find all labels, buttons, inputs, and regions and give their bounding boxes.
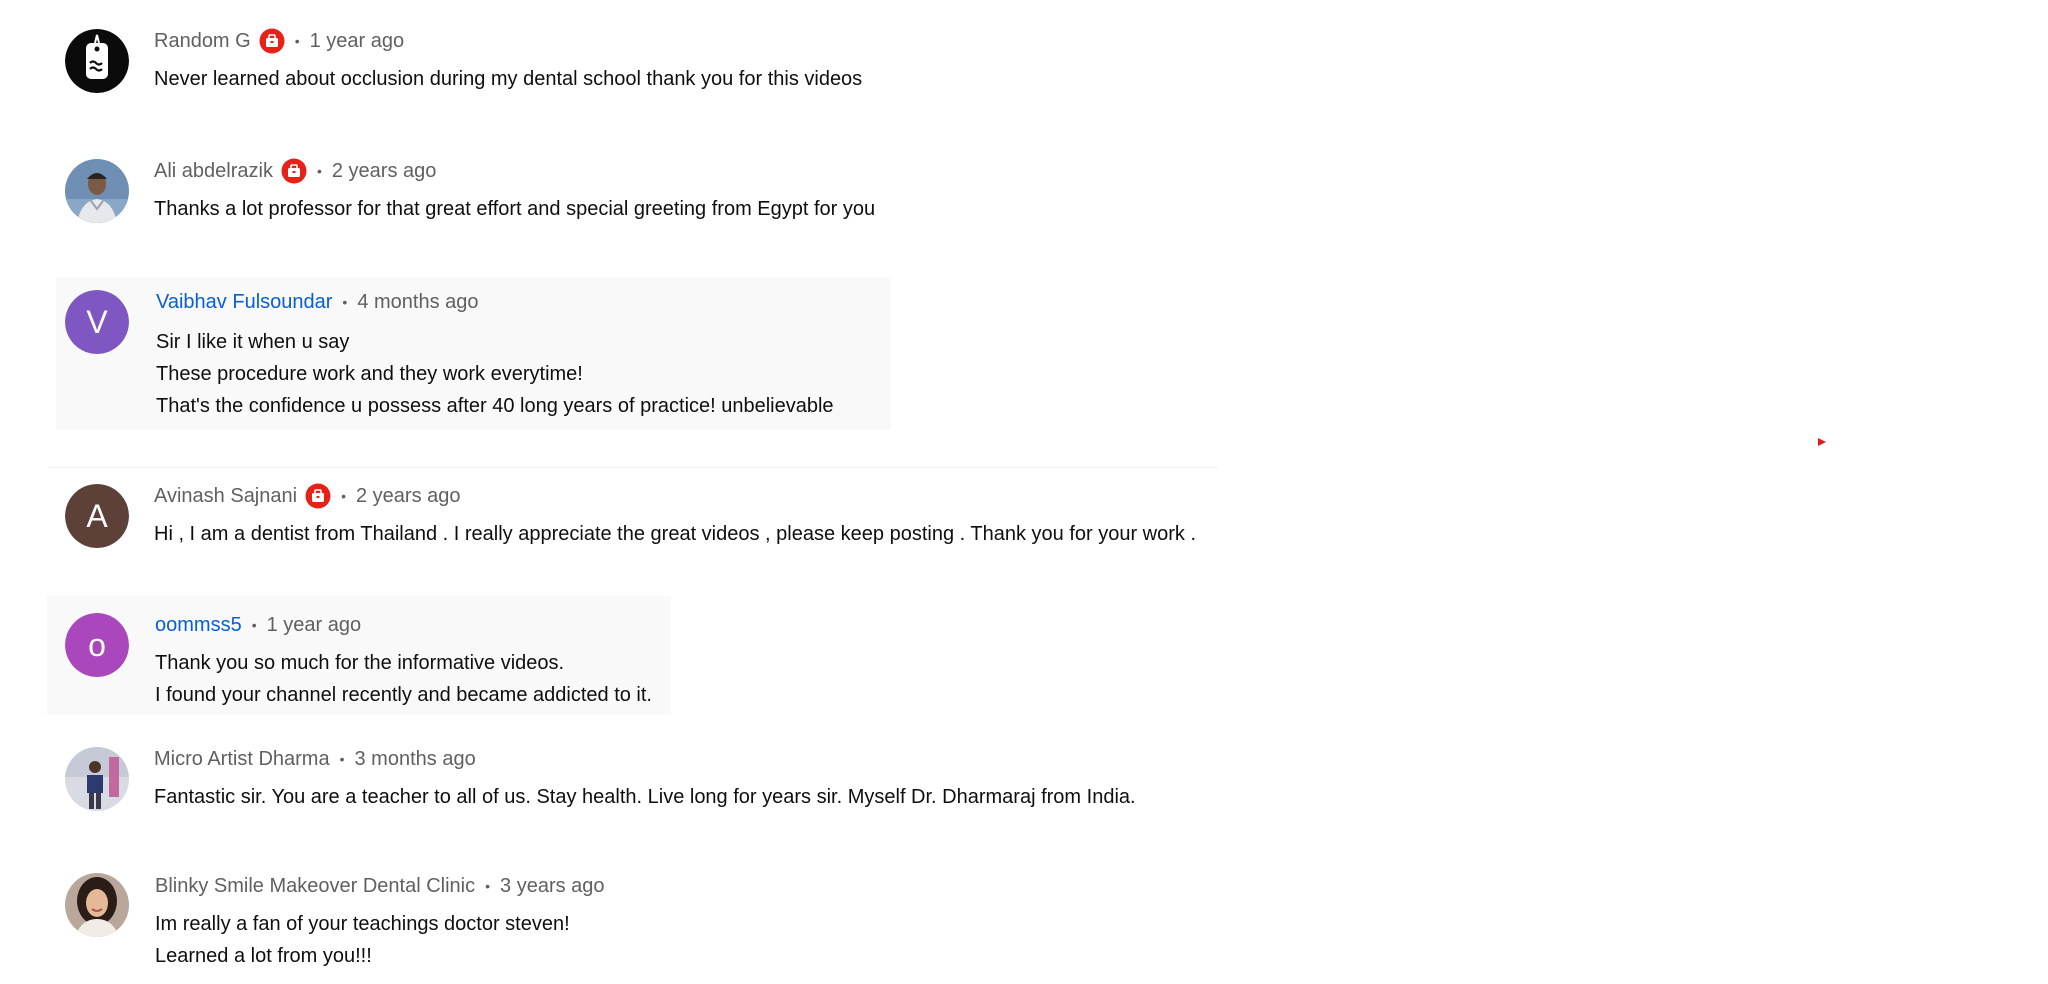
comment-timestamp[interactable]: 1 year ago [310,28,405,54]
comment-line: I found your channel recently and became… [155,684,652,706]
separator-dot: • [294,33,300,49]
comment-line: Never learned about occlusion during my … [154,68,863,90]
user-photo-avatar-icon [65,159,129,223]
separator-dot: • [485,878,491,894]
comment-text: Fantastic sir. You are a teacher to all … [154,781,1136,813]
comment-author[interactable]: Random G [154,28,251,54]
divider [48,467,1218,468]
user-photo-avatar-icon [65,747,129,811]
comment-text: Sir I like it when u say These procedure… [156,326,834,422]
separator-dot: • [339,751,345,767]
member-badge-icon [305,483,331,509]
comment-timestamp[interactable]: 3 years ago [500,873,605,899]
comment-text: Never learned about occlusion during my … [154,63,862,95]
comment-header: Random G • 1 year ago [154,28,404,54]
comment-line: Hi , I am a dentist from Thailand . I re… [154,523,1197,545]
comment-timestamp[interactable]: 2 years ago [332,158,437,184]
avatar[interactable] [65,29,129,93]
comment-header: oommss5 • 1 year ago [155,612,361,638]
comment-line: Im really a fan of your teachings doctor… [155,913,570,935]
comment-text: Thanks a lot professor for that great ef… [154,193,875,225]
comment-author[interactable]: Micro Artist Dharma [154,746,330,772]
separator-dot: • [341,488,346,504]
avatar-letter: A [86,498,108,534]
comment-line: Thank you so much for the informative vi… [155,652,565,674]
comment-timestamp[interactable]: 1 year ago [267,612,362,638]
comment-author[interactable]: Vaibhav Fulsoundar [156,289,332,315]
comment-header: Avinash Sajnani • 2 years ago [154,483,461,509]
avatar[interactable] [65,873,129,937]
red-cursor-marker [1818,438,1826,446]
comment-author[interactable]: Ali abdelrazik [154,158,273,184]
comment-author[interactable]: Blinky Smile Makeover Dental Clinic [155,873,475,899]
separator-dot: • [342,294,348,310]
comment-text: Hi , I am a dentist from Thailand . I re… [154,518,1196,550]
separator-dot: • [316,163,322,179]
comment-header: Vaibhav Fulsoundar • 4 months ago [156,289,479,315]
comment-timestamp[interactable]: 3 months ago [355,746,476,772]
member-badge-icon [259,28,285,54]
comment-author[interactable]: Avinash Sajnani [154,483,297,509]
avatar-letter: o [88,627,106,663]
comment-timestamp[interactable]: 4 months ago [357,289,478,315]
comment-timestamp[interactable]: 2 years ago [356,483,461,509]
comment-line: Thanks a lot professor for that great ef… [154,198,876,220]
comment-text: Thank you so much for the informative vi… [155,647,652,711]
comment-text: Im really a fan of your teachings doctor… [155,908,570,972]
comment-header: Ali abdelrazik • 2 years ago [154,158,436,184]
avatar-letter: V [86,304,108,340]
member-badge-icon [281,158,307,184]
comment-header: Blinky Smile Makeover Dental Clinic • 3 … [155,873,605,899]
avatar[interactable]: V [65,290,129,354]
comment-line: That's the confidence u possess after 40… [156,395,834,417]
comment-line: Sir I like it when u say [156,331,350,353]
avatar[interactable] [65,747,129,811]
luggage-tag-avatar-icon [65,29,129,93]
comment-line: Learned a lot from you!!! [155,945,372,967]
comment-line: These procedure work and they work every… [156,363,583,385]
comment-author[interactable]: oommss5 [155,612,242,638]
avatar[interactable] [65,159,129,223]
separator-dot: • [251,617,257,633]
comment-header: Micro Artist Dharma • 3 months ago [154,746,476,772]
comment-line: Fantastic sir. You are a teacher to all … [154,786,1136,808]
user-photo-avatar-icon [65,873,129,937]
avatar[interactable]: o [65,613,129,677]
avatar[interactable]: A [65,484,129,548]
